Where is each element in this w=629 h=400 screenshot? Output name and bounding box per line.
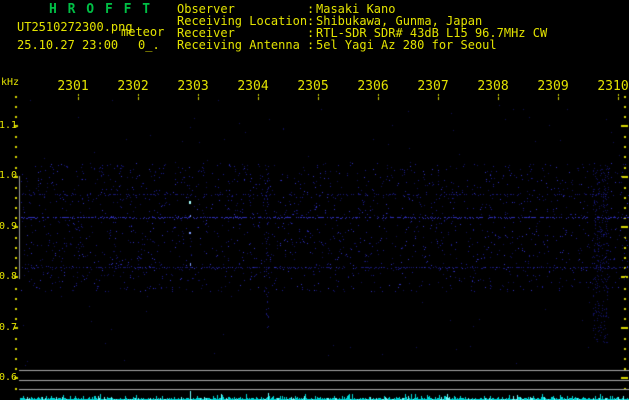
output-filename: UT2510272300.png xyxy=(17,21,133,33)
time-tick-label: 2306 xyxy=(351,80,395,93)
spectrogram-canvas xyxy=(0,0,629,400)
time-tick-label: 2301 xyxy=(51,80,95,93)
app-title: H R O F F T xyxy=(49,3,152,16)
time-tick-label: 2304 xyxy=(231,80,275,93)
time-tick-label: 2305 xyxy=(291,80,335,93)
freq-tick-label: 0.6 xyxy=(0,373,17,383)
time-tick-label: 2303 xyxy=(171,80,215,93)
freq-tick-label: 0.7 xyxy=(0,323,17,333)
info-value-3: 5el Yagi Az 280 for Seoul xyxy=(316,39,497,51)
freq-tick-label: 0.8 xyxy=(0,272,17,282)
time-tick-label: 2307 xyxy=(411,80,455,93)
time-tick-label: 2302 xyxy=(111,80,155,93)
info-label-3: Receiving Antenna xyxy=(177,39,300,51)
hrofft-screen: H R O F F T UT2510272300.png meteor 25.1… xyxy=(0,0,629,400)
time-tick-label: 2308 xyxy=(471,80,515,93)
freq-tick-label: 1.0 xyxy=(0,171,17,181)
freq-tick-label: 0.9 xyxy=(0,222,17,232)
time-tick-label: 2309 xyxy=(531,80,575,93)
observation-datetime: 25.10.27 23:00 xyxy=(17,39,118,51)
freq-axis-unit-label: kHz xyxy=(1,78,19,88)
freq-tick-label: 1.1 xyxy=(0,121,17,131)
info-colon-3: : xyxy=(307,39,314,51)
station-name: meteor xyxy=(121,26,164,38)
echo-counter: 0_. xyxy=(138,39,160,51)
time-tick-label: 2310 xyxy=(591,80,629,93)
